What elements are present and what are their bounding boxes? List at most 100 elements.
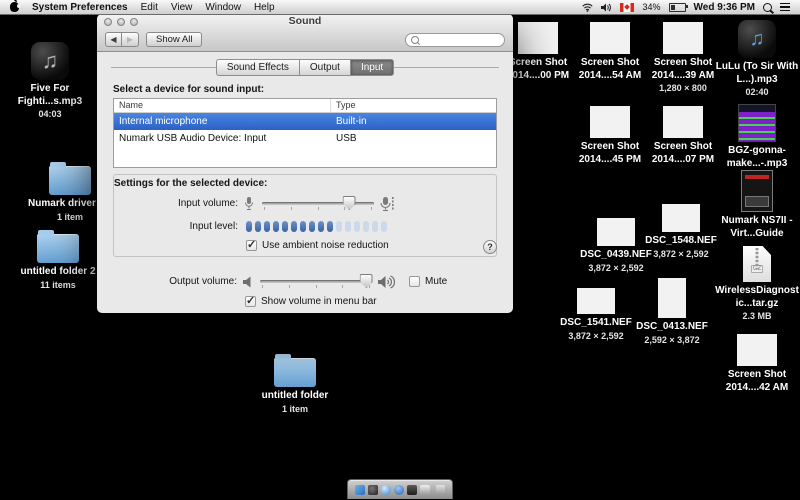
level-segment bbox=[363, 221, 369, 232]
desktop-icon-screenshot[interactable]: Screen Shot 2014....54 AM bbox=[570, 22, 650, 82]
desktop-icon-untitled-folder-2[interactable]: untitled folder 2 11 items bbox=[16, 230, 100, 290]
dock-trash-icon[interactable] bbox=[436, 484, 445, 495]
window-title: Sound bbox=[288, 15, 322, 27]
screenshot-thumbnail-icon bbox=[590, 106, 630, 138]
desktop-icon-screenshot[interactable]: Screen Shot 2014....42 AM bbox=[717, 334, 797, 394]
desktop-icon-untitled-folder[interactable]: untitled folder 1 item bbox=[253, 354, 337, 414]
level-segment bbox=[318, 221, 324, 232]
battery-percent: 34% bbox=[642, 2, 661, 12]
speaker-quiet-icon bbox=[243, 276, 252, 288]
forward-button[interactable]: ▶ bbox=[122, 32, 139, 47]
mute-checkbox[interactable] bbox=[409, 276, 420, 287]
ambient-noise-checkbox[interactable] bbox=[246, 238, 257, 251]
show-volume-checkbox[interactable] bbox=[245, 294, 256, 307]
tab-input[interactable]: Input bbox=[349, 59, 395, 76]
search-field[interactable] bbox=[405, 32, 505, 47]
desktop-icon-numark-guide[interactable]: Numark NS7II - Virt...Guide bbox=[715, 170, 799, 240]
level-segment bbox=[255, 221, 261, 232]
level-segment bbox=[327, 221, 333, 232]
folder-icon bbox=[37, 230, 79, 263]
level-segment bbox=[309, 221, 315, 232]
input-volume-label: Input volume: bbox=[177, 198, 238, 209]
column-header-name[interactable]: Name bbox=[114, 99, 331, 112]
desktop-icon-screenshot[interactable]: Screen Shot 2014....45 PM bbox=[570, 106, 650, 166]
show-volume-label: Show volume in menu bar bbox=[261, 296, 377, 307]
sound-preferences-window: Sound ◀ ▶ Show All Sound Effects Output … bbox=[97, 14, 513, 313]
desktop-icon-wireless-diagnostics-gz[interactable]: GZ WirelessDiagnostic...tar.gz 2.3 MB bbox=[715, 246, 799, 321]
input-level-row: Input level: bbox=[114, 219, 496, 234]
album-art-icon bbox=[738, 104, 776, 142]
device-section-label: Select a device for sound input: bbox=[113, 84, 265, 95]
desktop-icon-dsc0413-nef[interactable]: DSC_0413.NEF 2,592 × 3,872 bbox=[632, 278, 712, 345]
menu-item-help[interactable]: Help bbox=[254, 2, 275, 13]
photo-thumbnail-icon bbox=[577, 288, 615, 314]
photo-thumbnail-icon bbox=[658, 278, 686, 318]
tab-bar: Sound Effects Output Input bbox=[97, 59, 513, 76]
zoom-window-button[interactable] bbox=[130, 18, 138, 26]
table-row-numark-usb[interactable]: Numark USB Audio Device: Input USB bbox=[114, 130, 496, 147]
table-header: Name Type bbox=[114, 99, 496, 113]
table-row-internal-microphone[interactable]: Internal microphone Built-in bbox=[114, 113, 496, 130]
battery-icon[interactable] bbox=[668, 2, 688, 12]
dock-app-icon[interactable] bbox=[368, 484, 378, 495]
desktop-icon-lulu-mp3[interactable]: LuLu (To Sir With L...).mp3 02:40 bbox=[715, 20, 799, 97]
minimize-window-button[interactable] bbox=[117, 18, 125, 26]
dock-document-icon[interactable] bbox=[420, 484, 430, 495]
apple-menu-icon[interactable] bbox=[10, 0, 21, 12]
menu-item-window[interactable]: Window bbox=[205, 2, 241, 13]
canada-flag-icon[interactable] bbox=[620, 2, 635, 12]
folder-icon bbox=[49, 162, 91, 195]
output-volume-label: Output volume: bbox=[169, 276, 237, 287]
window-title-bar[interactable]: Sound ◀ ▶ Show All bbox=[97, 14, 513, 52]
menu-clock[interactable]: Wed 9:36 PM bbox=[694, 2, 756, 13]
level-segment bbox=[291, 221, 297, 232]
input-level-meter bbox=[246, 221, 387, 232]
menu-app-name[interactable]: System Preferences bbox=[32, 2, 128, 13]
menu-item-view[interactable]: View bbox=[171, 2, 193, 13]
menu-item-edit[interactable]: Edit bbox=[141, 2, 158, 13]
column-header-type[interactable]: Type bbox=[331, 99, 356, 112]
level-segment bbox=[264, 221, 270, 232]
level-segment bbox=[345, 221, 351, 232]
volume-menu-icon[interactable] bbox=[601, 3, 612, 12]
screenshot-thumbnail-icon bbox=[663, 22, 703, 54]
level-segment bbox=[282, 221, 288, 232]
desktop-icon-screenshot[interactable]: Screen Shot 2014....07 PM bbox=[643, 106, 723, 166]
desktop-icon-five-for-fighting-mp3[interactable]: Five For Fighti...s.mp3 04:03 bbox=[6, 42, 94, 119]
notification-center-icon[interactable] bbox=[780, 2, 790, 12]
back-button[interactable]: ◀ bbox=[105, 32, 122, 47]
input-device-table: Name Type Internal microphone Built-in N… bbox=[113, 98, 497, 168]
photo-thumbnail-icon bbox=[597, 218, 635, 246]
show-all-button[interactable]: Show All bbox=[146, 32, 203, 47]
settings-section-label: Settings for the selected device: bbox=[114, 178, 268, 189]
mp3-file-icon bbox=[738, 20, 776, 58]
tab-sound-effects[interactable]: Sound Effects bbox=[215, 59, 299, 76]
desktop-icon-dsc1548-nef[interactable]: DSC_1548.NEF 3,872 × 2,592 bbox=[641, 204, 721, 259]
search-input[interactable] bbox=[422, 34, 499, 45]
desktop-icon-dsc1541-nef[interactable]: DSC_1541.NEF 3,872 × 2,592 bbox=[556, 288, 636, 341]
dock bbox=[347, 479, 453, 499]
spotlight-icon[interactable] bbox=[763, 2, 772, 12]
output-volume-row: Output volume: Mute bbox=[113, 274, 513, 289]
desktop-icon-screenshot[interactable]: Screen Shot 2014....39 AM 1,280 × 800 bbox=[643, 22, 723, 93]
search-icon bbox=[411, 35, 419, 44]
dock-safari-icon[interactable] bbox=[381, 484, 391, 495]
ambient-noise-label: Use ambient noise reduction bbox=[262, 240, 389, 251]
screenshot-thumbnail-icon bbox=[663, 106, 703, 138]
input-volume-row: Input volume: bbox=[114, 196, 496, 211]
help-button[interactable]: ? bbox=[483, 240, 497, 254]
wifi-icon[interactable] bbox=[582, 3, 594, 12]
mute-label: Mute bbox=[425, 276, 448, 287]
tab-output[interactable]: Output bbox=[298, 59, 350, 76]
output-volume-slider[interactable] bbox=[260, 274, 373, 289]
dock-finder-icon[interactable] bbox=[355, 484, 365, 495]
photo-thumbnail-icon bbox=[662, 204, 700, 232]
close-window-button[interactable] bbox=[104, 18, 112, 26]
level-segment bbox=[273, 221, 279, 232]
input-volume-slider[interactable] bbox=[262, 196, 374, 211]
device-settings-box: Settings for the selected device: Input … bbox=[113, 174, 497, 257]
folder-icon bbox=[274, 354, 316, 387]
dock-app-icon[interactable] bbox=[394, 484, 404, 495]
ambient-noise-row: Use ambient noise reduction bbox=[114, 238, 496, 253]
dock-app-icon[interactable] bbox=[407, 484, 417, 495]
